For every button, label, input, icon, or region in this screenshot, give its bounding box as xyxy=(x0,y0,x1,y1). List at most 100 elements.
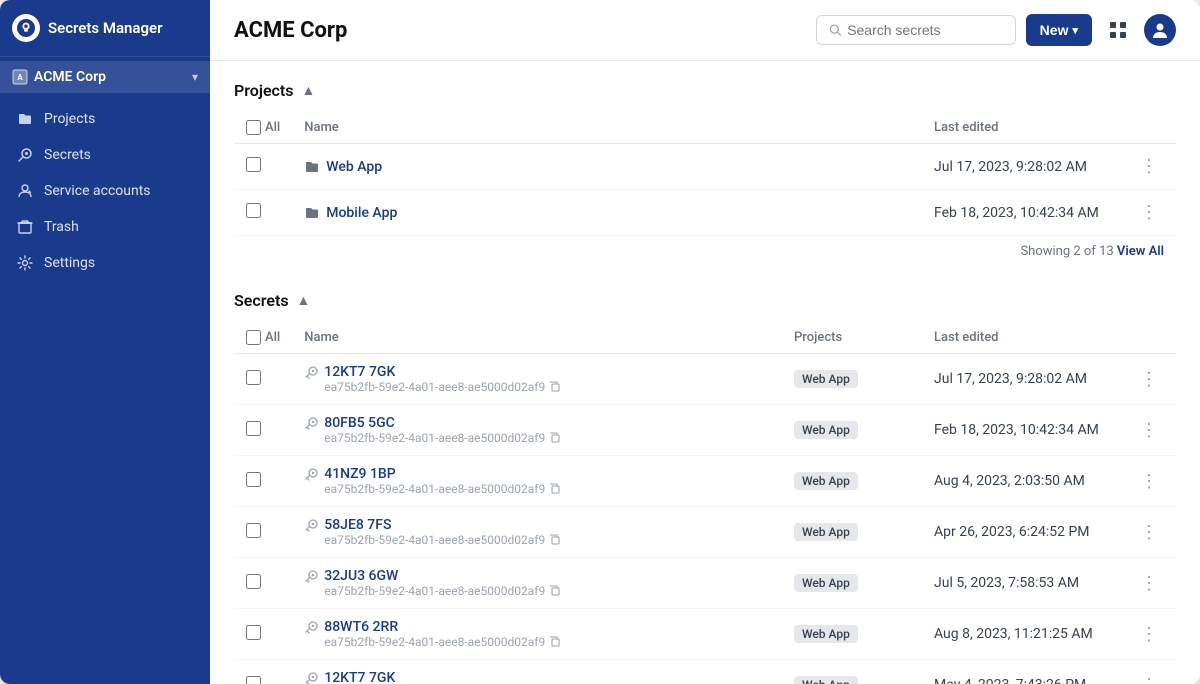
table-row: 88WT6 2RR ea75b2fb-59e2-4a01-aee8-ae5000… xyxy=(234,609,1176,660)
secret-project-cell: Web App xyxy=(782,354,922,405)
secret-checkbox-cell xyxy=(234,609,292,660)
project-checkbox[interactable] xyxy=(246,203,261,218)
secret-checkbox[interactable] xyxy=(246,370,261,385)
secret-uuid: ea75b2fb-59e2-4a01-aee8-ae5000d02af9 xyxy=(324,635,561,649)
org-selector[interactable]: A ACME Corp ▾ xyxy=(0,61,210,93)
copy-icon[interactable] xyxy=(549,534,561,546)
projects-select-all-checkbox[interactable] xyxy=(246,120,261,135)
secret-project-badge[interactable]: Web App xyxy=(794,421,858,439)
secret-more-button[interactable]: ⋮ xyxy=(1134,520,1164,545)
secret-checkbox[interactable] xyxy=(246,523,261,538)
secret-more-button[interactable]: ⋮ xyxy=(1134,571,1164,596)
project-name-link[interactable]: Mobile App xyxy=(304,205,910,221)
projects-view-all-link[interactable]: View All xyxy=(1117,244,1164,259)
secret-last-edited-cell: Feb 18, 2023, 10:42:34 AM xyxy=(922,405,1122,456)
secret-more-button[interactable]: ⋮ xyxy=(1134,367,1164,392)
secrets-actions-header xyxy=(1122,322,1176,354)
secret-checkbox[interactable] xyxy=(246,472,261,487)
project-name-link[interactable]: Web App xyxy=(304,159,910,175)
user-avatar[interactable] xyxy=(1144,14,1176,46)
secret-more-button[interactable]: ⋮ xyxy=(1134,418,1164,443)
copy-icon[interactable] xyxy=(549,432,561,444)
search-box[interactable] xyxy=(816,15,1016,45)
secret-actions-cell: ⋮ xyxy=(1122,609,1176,660)
folder-icon xyxy=(304,159,320,175)
projects-name-header: Name xyxy=(292,112,922,144)
search-input[interactable] xyxy=(847,22,1002,38)
svg-text:A: A xyxy=(17,73,23,82)
secret-uuid: ea75b2fb-59e2-4a01-aee8-ae5000d02af9 xyxy=(324,533,561,547)
sidebar-settings-label: Settings xyxy=(44,255,95,271)
secret-project-badge[interactable]: Web App xyxy=(794,472,858,490)
secret-checkbox-cell xyxy=(234,558,292,609)
avatar-icon xyxy=(1151,21,1169,39)
secret-name-link[interactable]: 41NZ9 1BP xyxy=(324,466,395,482)
copy-icon[interactable] xyxy=(549,585,561,597)
secret-project-cell: Web App xyxy=(782,405,922,456)
secret-name-link[interactable]: 88WT6 2RR xyxy=(324,619,398,635)
secret-name-link[interactable]: 32JU3 6GW xyxy=(324,568,398,584)
secret-name-link[interactable]: 80FB5 5GC xyxy=(324,415,395,431)
table-row: Mobile App Feb 18, 2023, 10:42:34 AM ⋮ xyxy=(234,190,1176,236)
new-button[interactable]: New ▾ xyxy=(1026,14,1092,46)
copy-icon[interactable] xyxy=(549,381,561,393)
project-actions-cell: ⋮ xyxy=(1122,190,1176,236)
table-row: 32JU3 6GW ea75b2fb-59e2-4a01-aee8-ae5000… xyxy=(234,558,1176,609)
secret-last-edited-cell: Jul 5, 2023, 7:58:53 AM xyxy=(922,558,1122,609)
secrets-table: All Name Projects Last edited xyxy=(234,322,1176,684)
secrets-section-title: Secrets xyxy=(234,291,289,310)
secret-project-badge[interactable]: Web App xyxy=(794,370,858,388)
secrets-select-all-checkbox[interactable] xyxy=(246,330,261,345)
secret-checkbox-cell xyxy=(234,507,292,558)
secrets-all-header: All xyxy=(234,322,292,354)
secret-actions-cell: ⋮ xyxy=(1122,558,1176,609)
secret-more-button[interactable]: ⋮ xyxy=(1134,622,1164,647)
sidebar-item-settings[interactable]: Settings xyxy=(0,245,210,281)
secret-project-badge[interactable]: Web App xyxy=(794,676,858,684)
table-row: 80FB5 5GC ea75b2fb-59e2-4a01-aee8-ae5000… xyxy=(234,405,1176,456)
secret-project-badge[interactable]: Web App xyxy=(794,574,858,592)
secret-checkbox-cell xyxy=(234,456,292,507)
grid-view-button[interactable] xyxy=(1102,14,1134,46)
secret-project-cell: Web App xyxy=(782,558,922,609)
secret-project-badge[interactable]: Web App xyxy=(794,625,858,643)
project-more-button[interactable]: ⋮ xyxy=(1134,154,1164,179)
search-icon xyxy=(829,23,842,37)
secret-checkbox[interactable] xyxy=(246,676,261,684)
secret-key-icon xyxy=(304,570,318,588)
table-row: 12KT7 7GK ea75b2fb-59e2-4a01-aee8-ae5000… xyxy=(234,354,1176,405)
secret-project-cell: Web App xyxy=(782,660,922,684)
copy-icon[interactable] xyxy=(549,636,561,648)
table-row: 58JE8 7FS ea75b2fb-59e2-4a01-aee8-ae5000… xyxy=(234,507,1176,558)
secret-checkbox[interactable] xyxy=(246,625,261,640)
projects-table: All Name Last edited Web App xyxy=(234,112,1176,236)
sidebar-item-projects[interactable]: Projects xyxy=(0,101,210,137)
secret-actions-cell: ⋮ xyxy=(1122,507,1176,558)
sidebar-item-secrets[interactable]: Secrets xyxy=(0,137,210,173)
project-more-button[interactable]: ⋮ xyxy=(1134,200,1164,225)
sidebar-item-service-accounts[interactable]: Service accounts xyxy=(0,173,210,209)
secret-more-button[interactable]: ⋮ xyxy=(1134,673,1164,684)
secret-project-badge[interactable]: Web App xyxy=(794,523,858,541)
projects-section-header: Projects ▲ xyxy=(234,81,1176,100)
projects-collapse-icon[interactable]: ▲ xyxy=(302,82,316,99)
app-name-label: Secrets Manager xyxy=(48,19,162,37)
secrets-collapse-icon[interactable]: ▲ xyxy=(297,292,311,309)
org-name: ACME Corp xyxy=(34,69,106,85)
sidebar-projects-label: Projects xyxy=(44,111,95,127)
app-logo xyxy=(12,14,40,42)
copy-icon[interactable] xyxy=(549,483,561,495)
secret-checkbox[interactable] xyxy=(246,574,261,589)
secret-name-link[interactable]: 58JE8 7FS xyxy=(324,517,391,533)
sidebar-secrets-label: Secrets xyxy=(44,147,91,163)
trash-icon xyxy=(16,218,34,236)
secret-name-link[interactable]: 12KT7 7GK xyxy=(324,364,395,380)
secret-uuid: ea75b2fb-59e2-4a01-aee8-ae5000d02af9 xyxy=(324,482,561,496)
secret-checkbox[interactable] xyxy=(246,421,261,436)
sidebar-item-trash[interactable]: Trash xyxy=(0,209,210,245)
secret-more-button[interactable]: ⋮ xyxy=(1134,469,1164,494)
project-checkbox[interactable] xyxy=(246,157,261,172)
table-row: 12KT7 7GK ea75b2fb-59e2-4a01-aee8-ae5000… xyxy=(234,660,1176,684)
secret-name-link[interactable]: 12KT7 7GK xyxy=(324,670,395,684)
secret-last-edited-cell: Aug 8, 2023, 11:21:25 AM xyxy=(922,609,1122,660)
